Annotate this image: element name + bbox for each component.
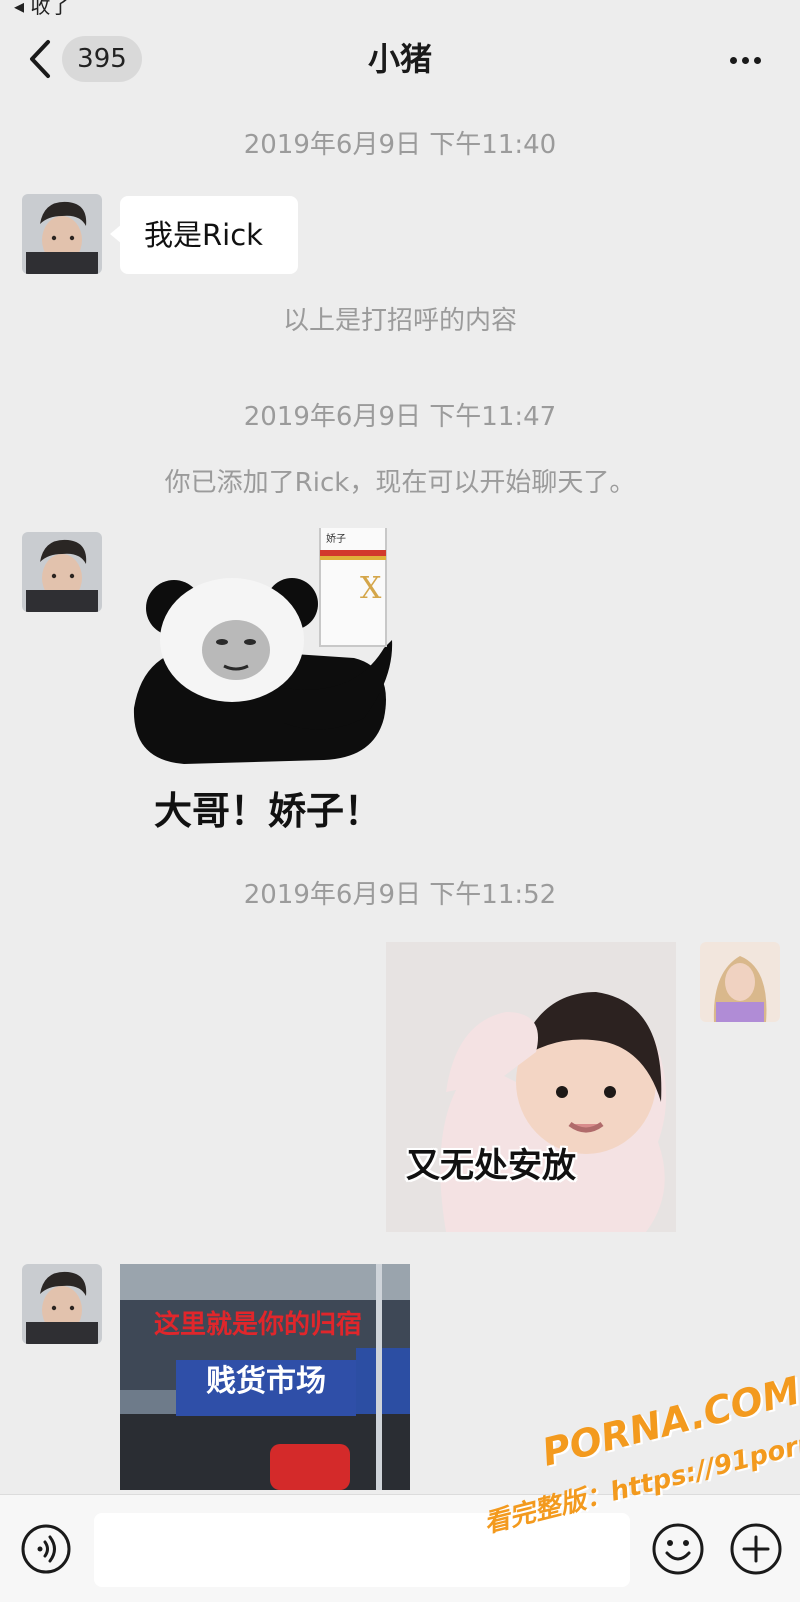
meme-image-baby[interactable]: 又无处安放 bbox=[386, 942, 676, 1232]
plus-button[interactable] bbox=[728, 1521, 784, 1577]
voice-button[interactable] bbox=[20, 1523, 72, 1575]
plus-icon bbox=[730, 1523, 782, 1575]
more-button[interactable] bbox=[722, 42, 768, 76]
more-dots-icon bbox=[742, 57, 749, 64]
timestamp: 2019年6月9日 下午11:40 bbox=[243, 130, 557, 160]
message-bubble[interactable]: 我是Rick bbox=[110, 196, 298, 274]
meme-image-market[interactable]: 这里就是你的归宿 贱货市场 bbox=[120, 1264, 410, 1490]
sticker-caption: 大哥！娇子！ bbox=[154, 789, 383, 833]
more-dots-icon bbox=[730, 57, 737, 64]
unread-count-badge[interactable]: 395 bbox=[62, 36, 142, 82]
chat-screen: ◂ 收了 395 小猪 2019年6月9日 下午11:40 我是Rick 以上是… bbox=[0, 0, 800, 1602]
sticker-pack-label: 娇子 bbox=[326, 533, 346, 545]
avatar-rick[interactable] bbox=[22, 194, 102, 274]
avatar-self[interactable] bbox=[700, 942, 780, 1022]
chevron-left-icon bbox=[30, 40, 50, 78]
status-bar-fragment: ◂ 收了 bbox=[14, 0, 71, 18]
system-note-added: 你已添加了Rick，现在可以开始聊天了。 bbox=[164, 468, 636, 498]
timestamp: 2019年6月9日 下午11:52 bbox=[243, 880, 557, 910]
chat-title: 小猪 bbox=[367, 40, 432, 78]
svg-text:X: X bbox=[360, 571, 382, 606]
meme-caption: 又无处安放 bbox=[406, 1146, 576, 1186]
system-note-greeting: 以上是打招呼的内容 bbox=[282, 306, 517, 336]
more-dots-icon bbox=[754, 57, 761, 64]
back-button[interactable] bbox=[26, 36, 56, 82]
avatar-rick[interactable] bbox=[22, 1264, 102, 1344]
timestamp: 2019年6月9日 下午11:47 bbox=[243, 402, 557, 432]
voice-icon bbox=[21, 1524, 71, 1574]
meme-overlay-text: 这里就是你的归宿 bbox=[154, 1310, 363, 1340]
avatar-rick[interactable] bbox=[22, 532, 102, 612]
market-sign-text: 贱货市场 bbox=[176, 1360, 356, 1416]
chat-header: 395 小猪 bbox=[0, 22, 800, 96]
